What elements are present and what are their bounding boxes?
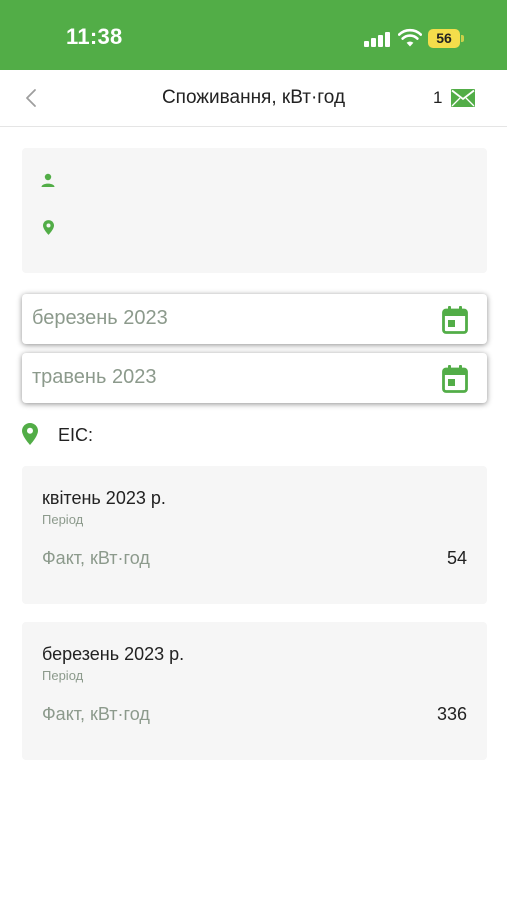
fact-value: 54 bbox=[446, 548, 467, 568]
period-title: березень 2023 р. bbox=[42, 644, 185, 664]
period-title: квітень 2023 р. bbox=[42, 488, 166, 508]
mail-icon[interactable] bbox=[451, 89, 475, 107]
location-pin-icon bbox=[22, 423, 38, 445]
consumption-record-card[interactable]: квітень 2023 р. Період Факт, кВт·год 54 bbox=[22, 466, 487, 604]
cellular-signal-icon bbox=[364, 31, 390, 47]
consumption-record-card[interactable]: березень 2023 р. Період Факт, кВт·год 33… bbox=[22, 622, 487, 760]
status-time: 11:38 bbox=[66, 24, 123, 49]
account-info-card bbox=[22, 148, 487, 273]
message-count[interactable]: 1 bbox=[433, 88, 442, 108]
date-to-value: травень 2023 bbox=[32, 366, 157, 388]
eic-label: EIC: bbox=[58, 425, 94, 445]
fact-value: 336 bbox=[436, 704, 467, 724]
fact-label: Факт, кВт·год bbox=[42, 548, 150, 568]
wifi-icon bbox=[398, 28, 422, 47]
battery-tip bbox=[461, 35, 464, 42]
date-from-value: березень 2023 bbox=[32, 307, 168, 329]
calendar-icon[interactable] bbox=[442, 306, 468, 334]
date-from-field[interactable]: березень 2023 bbox=[22, 294, 487, 344]
calendar-icon[interactable] bbox=[442, 365, 468, 393]
battery-icon: 56 bbox=[428, 29, 460, 48]
status-bar: 11:38 56 bbox=[0, 0, 507, 70]
nav-bar: Споживання, кВт·год 1 bbox=[0, 70, 507, 127]
page-title: Споживання, кВт·год bbox=[161, 87, 346, 108]
period-caption: Період bbox=[42, 512, 84, 527]
person-icon bbox=[41, 173, 55, 187]
period-caption: Період bbox=[42, 668, 84, 683]
date-to-field[interactable]: травень 2023 bbox=[22, 353, 487, 403]
fact-label: Факт, кВт·год bbox=[42, 704, 150, 724]
location-pin-icon bbox=[43, 220, 54, 235]
